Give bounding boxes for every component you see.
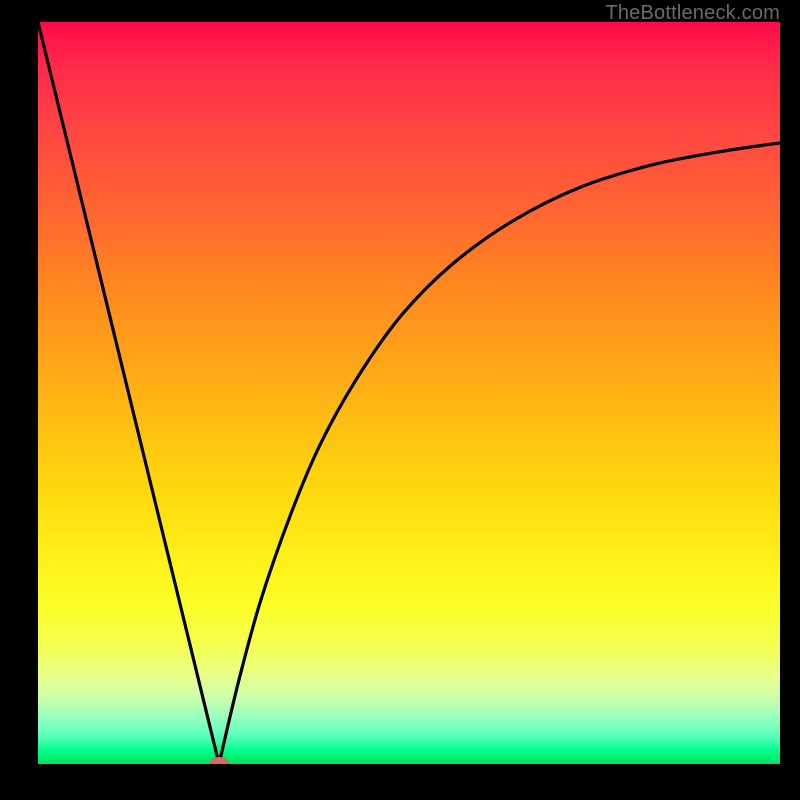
chart-frame: TheBottleneck.com	[0, 0, 800, 800]
watermark-text: TheBottleneck.com	[605, 2, 780, 25]
curve-path	[38, 22, 780, 764]
plot-area	[38, 22, 780, 764]
bottleneck-curve	[38, 22, 780, 764]
optimal-point-marker	[209, 757, 229, 764]
